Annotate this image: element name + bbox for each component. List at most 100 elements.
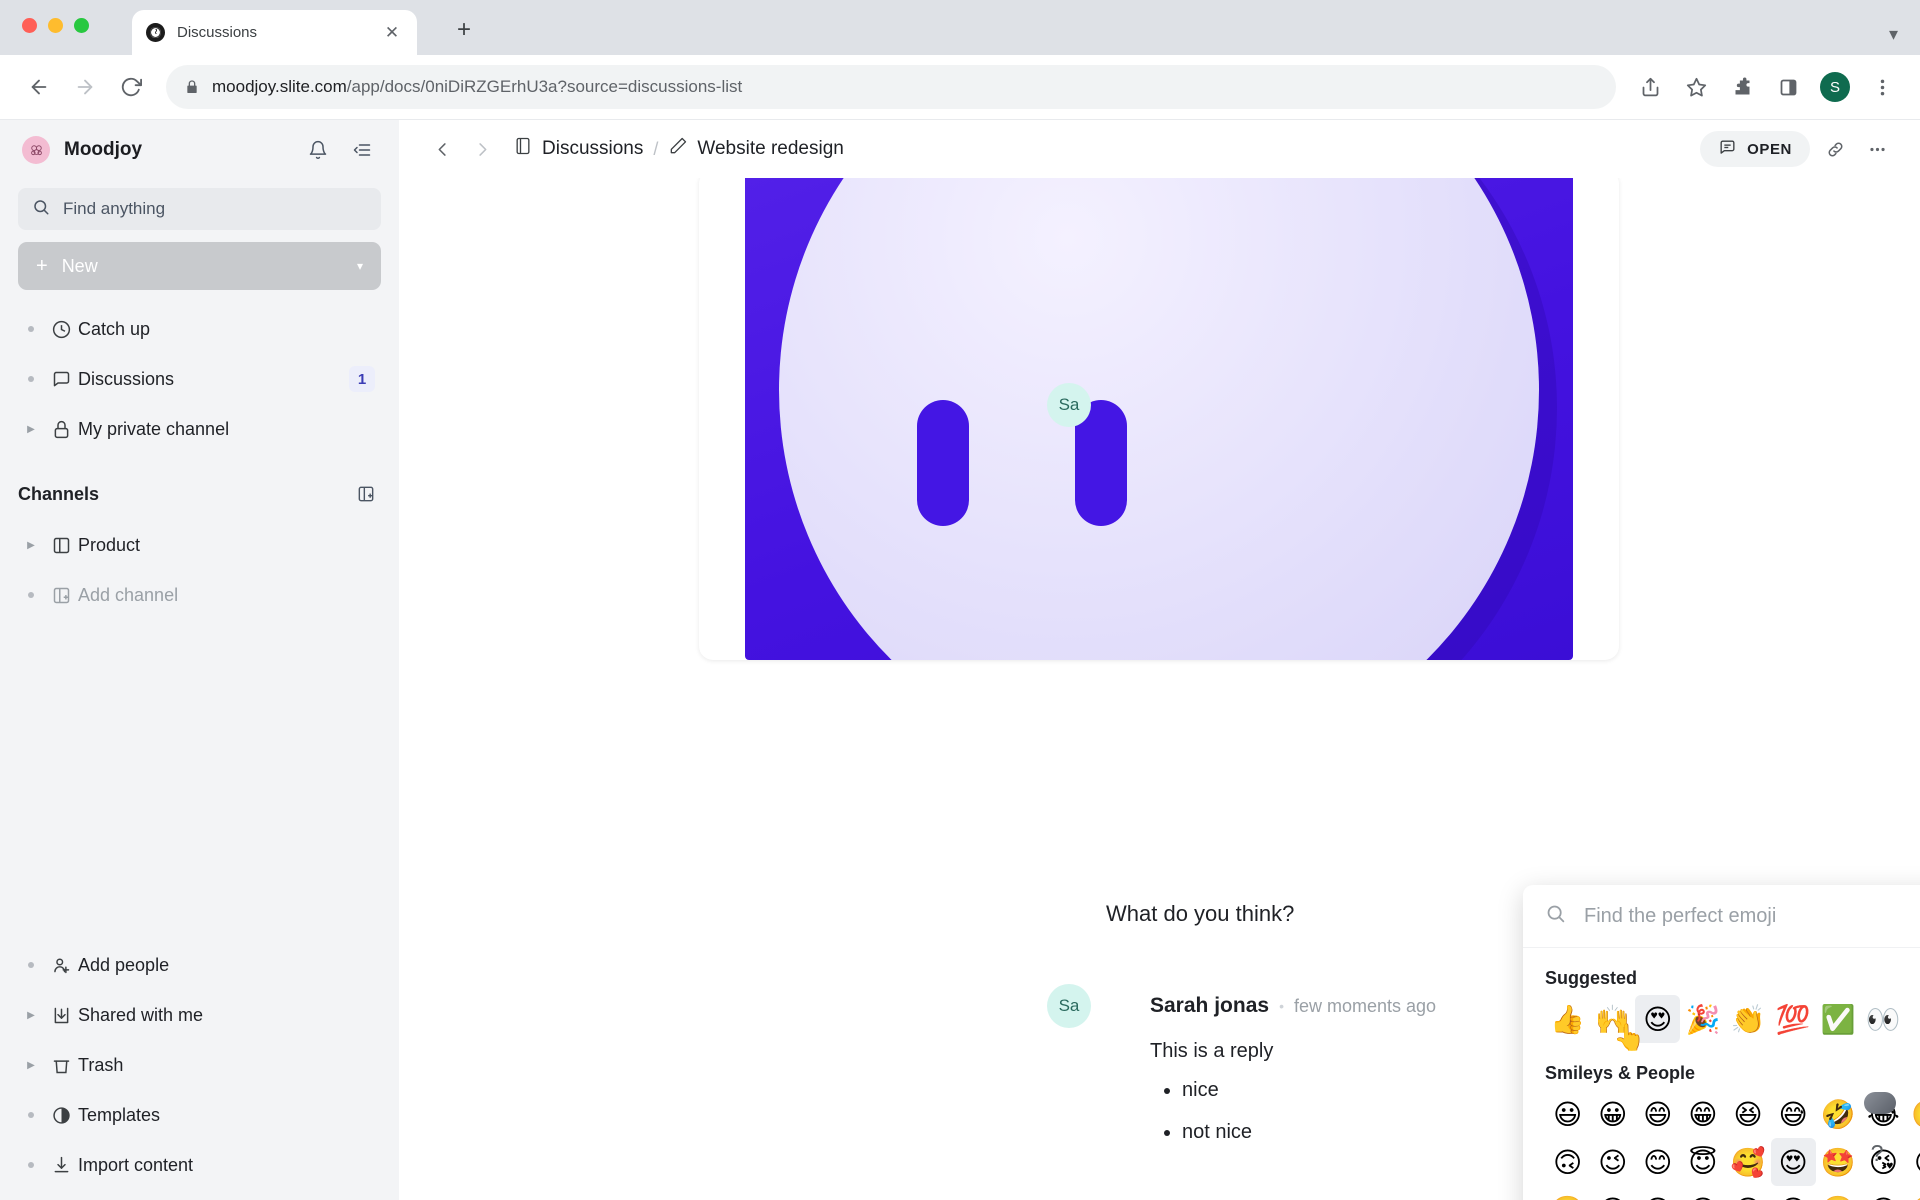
breadcrumb-item-current[interactable]: Website redesign <box>668 136 844 162</box>
back-button[interactable] <box>18 66 60 108</box>
emoji-cell[interactable]: 😊 <box>1635 1138 1680 1186</box>
chevron-right-icon[interactable]: ▶ <box>18 424 44 435</box>
sidebar-item-my-private-channel[interactable]: ▶ My private channel <box>0 404 399 454</box>
emoji-row: ☺️ 😚 😙 😋 😛 😜 🤪 😝 🤑 <box>1545 1186 1920 1200</box>
kebab-menu-icon[interactable] <box>1862 67 1902 107</box>
emoji-cell[interactable]: 👍 <box>1545 995 1590 1043</box>
add-channel-icon[interactable] <box>351 479 381 509</box>
new-button[interactable]: + New ▾ <box>18 242 381 290</box>
reply-timestamp: few moments ago <box>1293 995 1437 1016</box>
emoji-cell[interactable]: 💯 <box>1771 995 1816 1043</box>
minimize-window-button[interactable] <box>48 18 63 33</box>
workspace-header[interactable]: Moodjoy <box>0 120 399 180</box>
ellipsis-icon[interactable] <box>1860 132 1894 166</box>
emoji-cell[interactable]: 🙃 <box>1545 1138 1590 1186</box>
emoji-cell[interactable]: 😀 <box>1590 1090 1635 1138</box>
sidebar: Moodjoy Find anything + New ▾ Catch up D… <box>0 120 399 1200</box>
url-path: /app/docs/0niDiRZGErhU3a?source=discussi… <box>346 77 743 96</box>
emoji-cell[interactable]: 😇 <box>1680 1138 1725 1186</box>
bell-icon[interactable] <box>303 135 333 165</box>
emoji-cell[interactable]: 🤩 <box>1816 1138 1861 1186</box>
chevron-left-icon[interactable] <box>425 132 459 166</box>
emoji-cell[interactable]: 😅 <box>1771 1090 1816 1138</box>
emoji-cell[interactable]: 👏 <box>1725 995 1770 1043</box>
emoji-cell[interactable]: 🤪 <box>1816 1186 1861 1200</box>
sidebar-item-templates[interactable]: Templates <box>0 1090 399 1140</box>
emoji-cell[interactable]: 😋 <box>1680 1186 1725 1200</box>
channels-section-header: Channels <box>0 468 399 520</box>
emoji-cell[interactable]: 😙 <box>1635 1186 1680 1200</box>
browser-tab[interactable]: Discussions ✕ <box>132 10 417 55</box>
star-icon[interactable] <box>1676 67 1716 107</box>
attachment-image[interactable] <box>745 178 1573 660</box>
collapse-sidebar-icon[interactable] <box>347 135 377 165</box>
emoji-cell[interactable]: 😚 <box>1590 1186 1635 1200</box>
separator-dot: • <box>1279 998 1284 1014</box>
forward-button[interactable] <box>64 66 106 108</box>
link-icon[interactable] <box>1818 132 1852 166</box>
emoji-cell[interactable]: 🥰 <box>1725 1138 1770 1186</box>
emoji-cell[interactable]: 🤣 <box>1816 1090 1861 1138</box>
chevron-right-icon[interactable]: ▶ <box>18 540 44 551</box>
emoji-cell[interactable]: 😃 <box>1545 1090 1590 1138</box>
emoji-cell[interactable]: 😍 <box>1770 1138 1816 1186</box>
help-button[interactable]: ? <box>1858 1134 1896 1172</box>
sidebar-item-label: Shared with me <box>78 1004 204 1025</box>
emoji-section-title-smileys: Smileys & People <box>1545 1063 1696 1083</box>
share-icon[interactable] <box>1630 67 1670 107</box>
emoji-cell[interactable]: 😝 <box>1861 1186 1906 1200</box>
emoji-cell[interactable]: 😄 <box>1635 1090 1680 1138</box>
emoji-cell[interactable]: 👀 <box>1861 995 1906 1043</box>
sidebar-item-label: Templates <box>78 1104 161 1125</box>
emoji-cell[interactable]: 😗 <box>1906 1138 1920 1186</box>
channels-title: Channels <box>18 483 100 504</box>
bullet-icon <box>18 376 44 382</box>
close-icon[interactable]: ✕ <box>381 22 403 44</box>
open-status-button[interactable]: OPEN <box>1700 131 1810 167</box>
puzzle-icon[interactable] <box>1722 67 1762 107</box>
maximize-window-button[interactable] <box>74 18 89 33</box>
emoji-cell[interactable]: 🙂 <box>1906 1090 1920 1138</box>
breadcrumb-label: Website redesign <box>697 138 844 159</box>
profile-avatar[interactable]: S <box>1820 72 1850 102</box>
breadcrumb-item-discussions[interactable]: Discussions <box>513 136 643 162</box>
page-icon <box>44 535 78 556</box>
sidebar-item-trash[interactable]: ▶ Trash <box>0 1040 399 1090</box>
document-toolbar: Discussions / Website redesign OPEN <box>399 120 1920 178</box>
emoji-cell[interactable]: ✅ <box>1816 995 1861 1043</box>
new-tab-button[interactable]: + <box>447 13 481 47</box>
sidebar-item-add-people[interactable]: Add people <box>0 940 399 990</box>
emoji-cell[interactable]: ☺️ <box>1545 1186 1590 1200</box>
sidebar-item-product[interactable]: ▶ Product <box>0 520 399 570</box>
reload-button[interactable] <box>110 66 152 108</box>
emoji-search-input[interactable]: Find the perfect emoji <box>1523 885 1920 948</box>
chevron-right-icon[interactable] <box>465 132 499 166</box>
slite-favicon-icon <box>146 23 165 42</box>
window-controls[interactable] <box>22 18 89 33</box>
sidebar-item-shared-with-me[interactable]: ▶ Shared with me <box>0 990 399 1040</box>
emoji-cell[interactable]: 😜 <box>1771 1186 1816 1200</box>
pill-icon[interactable] <box>1864 1092 1896 1114</box>
sidebar-item-catch-up[interactable]: Catch up <box>0 304 399 354</box>
emoji-cell[interactable]: 😁 <box>1680 1090 1725 1138</box>
side-panel-icon[interactable] <box>1768 67 1808 107</box>
pencil-icon <box>668 136 688 162</box>
close-window-button[interactable] <box>22 18 37 33</box>
emoji-cell[interactable]: 😆 <box>1725 1090 1770 1138</box>
emoji-cell[interactable]: 🤑 <box>1906 1186 1920 1200</box>
emoji-cell[interactable]: 😍 <box>1635 995 1681 1043</box>
search-input[interactable]: Find anything <box>18 188 381 230</box>
emoji-cell[interactable]: 🎉 <box>1680 995 1725 1043</box>
sidebar-item-discussions[interactable]: Discussions 1 <box>0 354 399 404</box>
sidebar-item-import-content[interactable]: Import content <box>0 1140 399 1190</box>
chevron-down-icon[interactable]: ▾ <box>1889 24 1898 45</box>
chevron-right-icon[interactable]: ▶ <box>18 1060 44 1071</box>
chevron-right-icon[interactable]: ▶ <box>18 1010 44 1021</box>
chevron-down-icon[interactable]: ▾ <box>357 259 363 273</box>
reply-author[interactable]: Sarah jonas <box>1150 994 1269 1018</box>
address-bar[interactable]: moodjoy.slite.com/app/docs/0niDiRZGErhU3… <box>166 65 1616 109</box>
sidebar-item-add-channel[interactable]: Add channel <box>0 570 399 620</box>
emoji-cell[interactable]: 🙌 <box>1590 995 1635 1043</box>
emoji-cell[interactable]: 😛 <box>1725 1186 1770 1200</box>
emoji-cell[interactable]: 😉 <box>1590 1138 1635 1186</box>
